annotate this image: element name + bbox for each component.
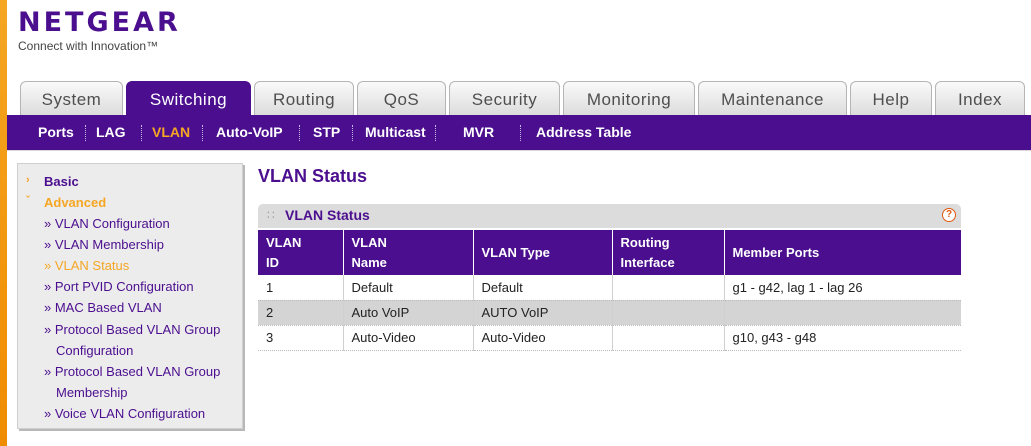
- subnav-lag[interactable]: LAG: [96, 115, 126, 150]
- tab-security[interactable]: Security: [449, 81, 560, 115]
- left-accent-bar: [0, 0, 7, 446]
- subnav-mvr[interactable]: MVR: [463, 115, 494, 150]
- cell-vlan-id: 2: [258, 300, 344, 326]
- sidebar: › Basic ˇ Advanced » VLAN Configuration …: [17, 163, 243, 429]
- tab-maintenance[interactable]: Maintenance: [698, 81, 847, 115]
- page-title: VLAN Status: [258, 166, 368, 186]
- subnav-separator: [299, 125, 300, 141]
- table-row: 3 Auto-Video Auto-Video g10, g43 - g48: [258, 325, 961, 351]
- sidebar-item-protocol-vlan-group-membership[interactable]: » Protocol Based VLAN Group: [44, 364, 220, 379]
- table-header-row: VLAN ID VLAN Name VLAN Type Routing Interfa…: [258, 230, 961, 275]
- main-tabs: System Switching Routing QoS Security Mo…: [20, 81, 1031, 115]
- sidebar-item-voice-vlan-configuration[interactable]: » Voice VLAN Configuration: [44, 406, 205, 421]
- sidebar-advanced[interactable]: Advanced: [44, 195, 106, 210]
- cell-vlan-name: Auto VoIP: [343, 300, 474, 326]
- table-row: 1 Default Default g1 - g42, lag 1 - lag …: [258, 275, 961, 301]
- sidebar-item-protocol-vlan-group-configuration-cont[interactable]: Configuration: [56, 343, 133, 358]
- tab-monitoring[interactable]: Monitoring: [563, 81, 695, 115]
- netgear-logo: NETGEAR Connect with Innovation™: [18, 7, 181, 54]
- subnav-separator: [352, 125, 353, 141]
- chevron-down-icon: ˇ: [26, 195, 30, 207]
- sub-navigation: Ports LAG VLAN Auto-VoIP STP Multicast M…: [7, 115, 1031, 150]
- column-header-vlan-id: VLAN ID: [258, 230, 344, 275]
- subnav-separator: [85, 125, 86, 141]
- chevron-right-icon: ›: [26, 174, 30, 186]
- subnav-separator: [202, 125, 203, 141]
- subnav-address-table[interactable]: Address Table: [536, 115, 631, 150]
- cell-vlan-id: 3: [258, 325, 344, 351]
- sidebar-item-port-pvid-configuration[interactable]: » Port PVID Configuration: [44, 279, 194, 294]
- cell-member-ports: [724, 300, 961, 326]
- tab-qos[interactable]: QoS: [357, 81, 446, 115]
- panel-header: ∷ VLAN Status ?: [258, 204, 961, 228]
- sidebar-item-vlan-configuration[interactable]: » VLAN Configuration: [44, 216, 170, 231]
- help-icon[interactable]: ?: [942, 208, 956, 222]
- subnav-ports[interactable]: Ports: [38, 115, 74, 150]
- panel-title: VLAN Status: [285, 207, 370, 223]
- subnav-multicast[interactable]: Multicast: [365, 115, 426, 150]
- subnav-stp[interactable]: STP: [313, 115, 340, 150]
- tab-system[interactable]: System: [20, 81, 123, 115]
- subnav-separator: [520, 125, 521, 141]
- cell-routing-interface: [612, 275, 725, 301]
- cell-member-ports: g1 - g42, lag 1 - lag 26: [724, 275, 961, 301]
- cell-member-ports: g10, g43 - g48: [724, 325, 961, 351]
- cell-vlan-type: AUTO VoIP: [473, 300, 613, 326]
- tab-switching[interactable]: Switching: [126, 81, 251, 115]
- subnav-separator: [141, 125, 142, 141]
- column-header-vlan-type: VLAN Type: [473, 230, 613, 275]
- cell-vlan-name: Auto-Video: [343, 325, 474, 351]
- cell-vlan-type: Default: [473, 275, 613, 301]
- vlan-status-table: VLAN ID VLAN Name VLAN Type Routing Interfa…: [258, 230, 961, 351]
- logo-wordmark: NETGEAR: [18, 7, 181, 38]
- drag-handle-icon: ∷: [267, 208, 275, 222]
- tab-index[interactable]: Index: [935, 81, 1025, 115]
- sidebar-item-mac-based-vlan[interactable]: » MAC Based VLAN: [44, 300, 162, 315]
- subnav-auto-voip[interactable]: Auto-VoIP: [216, 115, 283, 150]
- sidebar-item-vlan-status[interactable]: » VLAN Status: [44, 258, 129, 273]
- column-header-vlan-name: VLAN Name: [343, 230, 474, 275]
- subnav-vlan[interactable]: VLAN: [152, 115, 190, 150]
- tab-help[interactable]: Help: [850, 81, 932, 115]
- cell-vlan-name: Default: [343, 275, 474, 301]
- sidebar-item-protocol-vlan-group-configuration[interactable]: » Protocol Based VLAN Group: [44, 322, 220, 337]
- tab-routing[interactable]: Routing: [254, 81, 354, 115]
- column-header-member-ports: Member Ports: [724, 230, 961, 275]
- logo-tagline: Connect with Innovation™: [18, 39, 159, 53]
- cell-routing-interface: [612, 300, 725, 326]
- cell-vlan-type: Auto-Video: [473, 325, 613, 351]
- sidebar-basic[interactable]: Basic: [44, 174, 79, 189]
- sidebar-item-vlan-membership[interactable]: » VLAN Membership: [44, 237, 164, 252]
- column-header-routing-interface: Routing Interface: [612, 230, 725, 275]
- cell-vlan-id: 1: [258, 275, 344, 301]
- subnav-separator: [435, 125, 436, 141]
- table-row: 2 Auto VoIP AUTO VoIP: [258, 300, 961, 326]
- sidebar-item-protocol-vlan-group-membership-cont[interactable]: Membership: [56, 385, 128, 400]
- cell-routing-interface: [612, 325, 725, 351]
